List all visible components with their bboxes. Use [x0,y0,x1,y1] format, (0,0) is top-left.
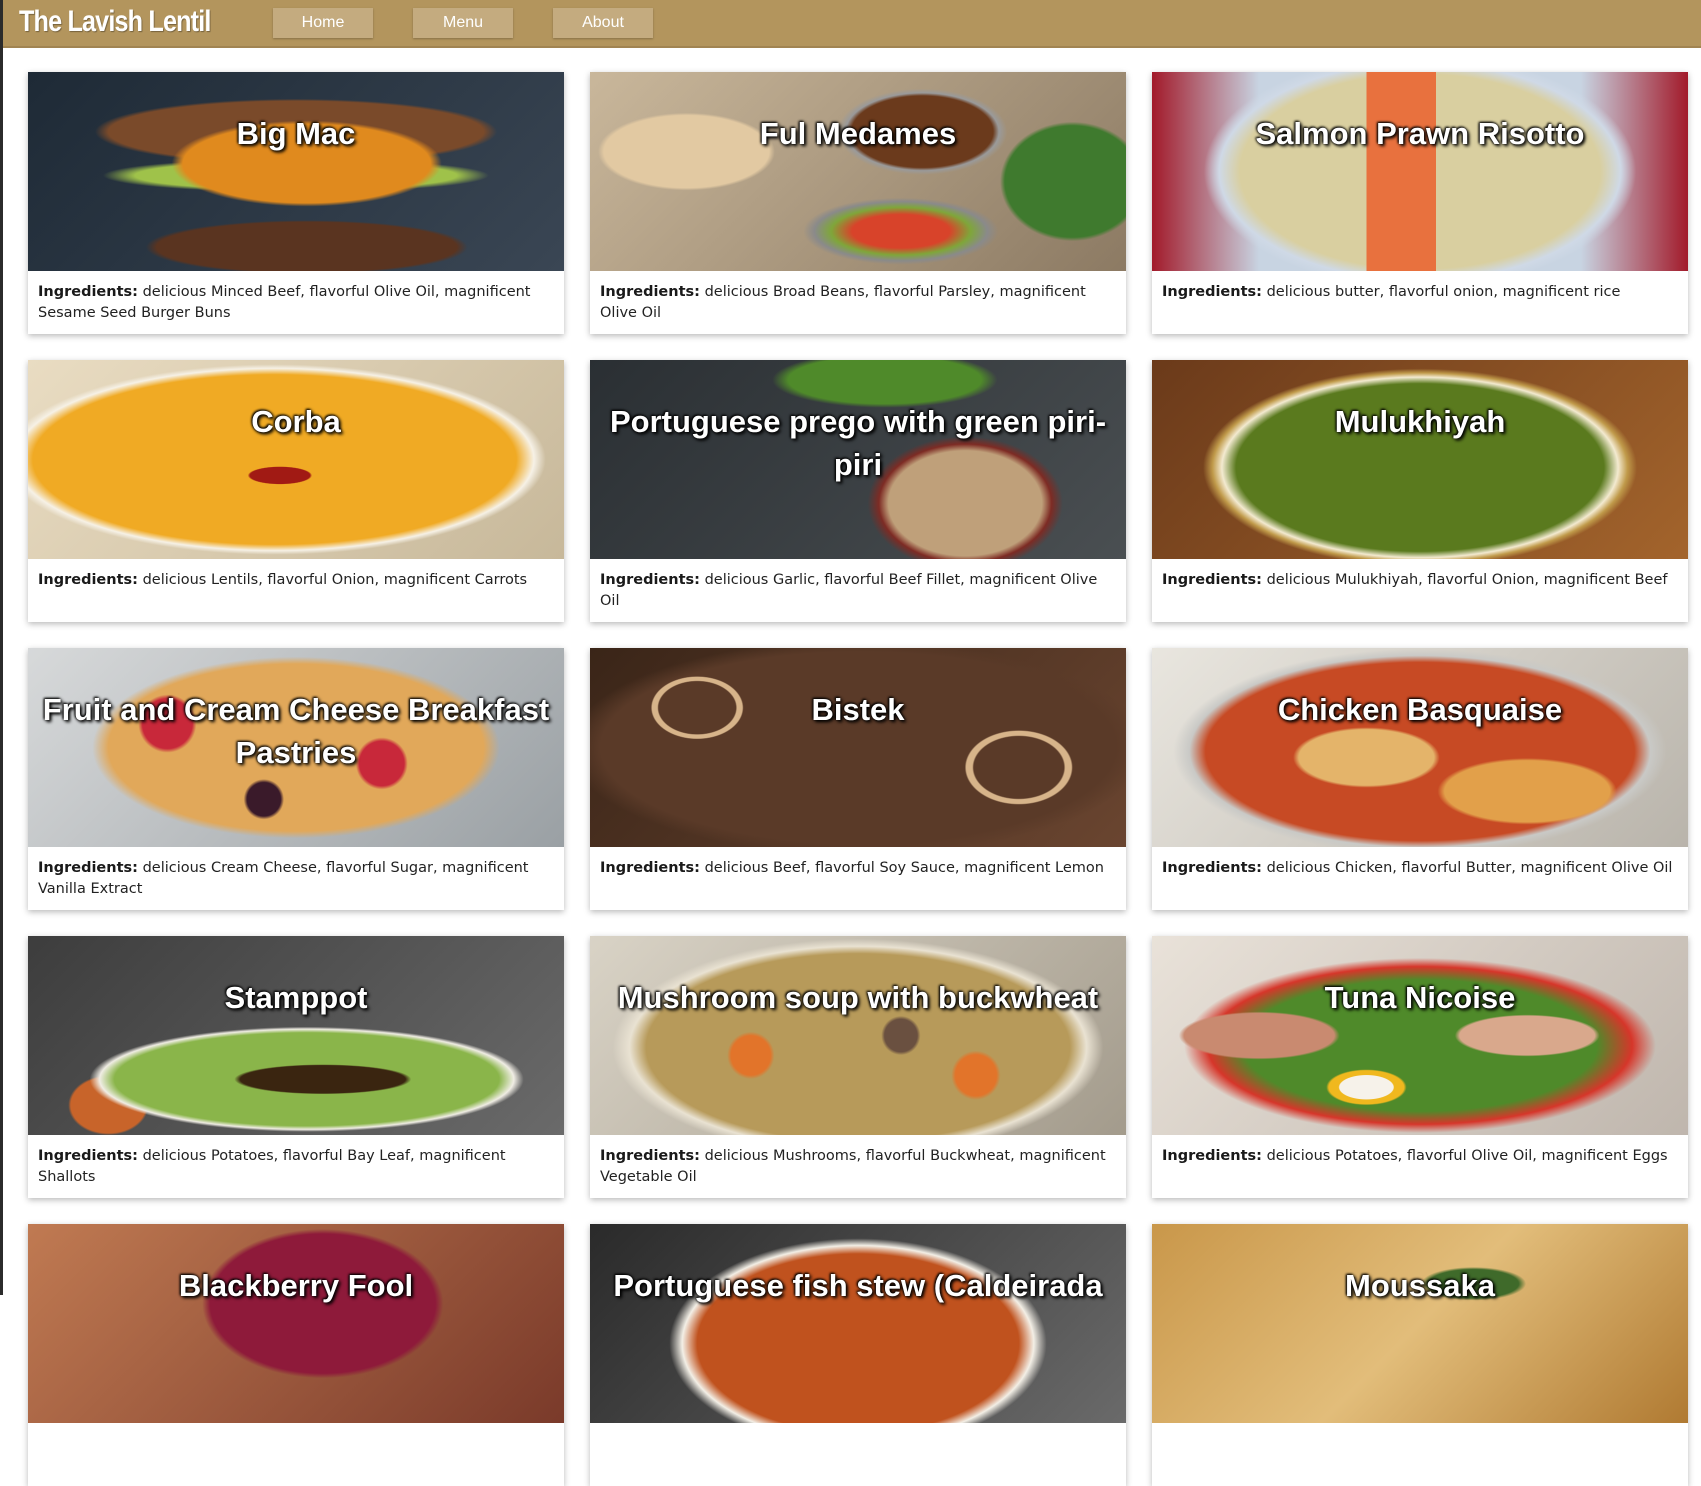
recipe-ingredients: Ingredients: delicious Mulukhiyah, flavo… [1162,570,1678,591]
recipe-title[interactable]: Salmon Prawn Risotto [1160,112,1680,155]
ingredients-label: Ingredients: [1162,284,1262,300]
site-logo[interactable]: The Lavish Lentil [19,5,211,39]
recipe-card[interactable]: Chicken Basquaise Ingredients: delicious … [1152,648,1688,910]
recipe-ingredients: Ingredients: delicious Lentils, flavorfu… [38,570,554,591]
recipe-card[interactable]: Moussaka [1152,1224,1688,1486]
mushroom-soup-photo: Mushroom soup with buckwheat [590,936,1126,1135]
recipe-ingredients: Ingredients: delicious Beef, flavorful S… [600,858,1116,879]
ingredients-label: Ingredients: [38,572,138,588]
recipe-title[interactable]: Tuna Nicoise [1160,976,1680,1019]
recipe-card[interactable]: Mulukhiyah Ingredients: delicious Mulukhi… [1152,360,1688,622]
recipe-card[interactable]: Bistek Ingredients: delicious Beef, flavo… [590,648,1126,910]
recipe-title[interactable]: Portuguese fish stew (Caldeirada [598,1264,1118,1307]
ingredients-text: delicious Lentils, flavorful Onion, magn… [142,572,528,588]
recipe-ingredients: Ingredients: delicious Potatoes, flavorf… [38,1146,554,1188]
recipe-ingredients: Ingredients: delicious Cream Cheese, fla… [38,858,554,900]
steak-sandwich-photo: Portuguese prego with green piri-piri [590,360,1126,559]
window-edge [0,0,3,1295]
recipe-ingredients: Ingredients: delicious Potatoes, flavorf… [1162,1146,1678,1167]
recipe-card[interactable]: Portuguese prego with green piri-piri Ing… [590,360,1126,622]
recipe-title[interactable]: Big Mac [36,112,556,155]
recipe-ingredients: Ingredients: delicious Garlic, flavorful… [600,570,1116,612]
recipe-title[interactable]: Stamppot [36,976,556,1019]
ingredients-label: Ingredients: [38,1148,138,1164]
recipe-title[interactable]: Moussaka [1160,1264,1680,1307]
risotto-photo: Salmon Prawn Risotto [1152,72,1688,271]
recipe-card[interactable]: Ful Medames Ingredients: delicious Broad … [590,72,1126,334]
recipe-card[interactable]: Stamppot Ingredients: delicious Potatoes,… [28,936,564,1198]
recipe-ingredients: Ingredients: delicious Minced Beef, flav… [38,282,554,324]
beef-onion-photo: Bistek [590,648,1126,847]
recipe-title[interactable]: Chicken Basquaise [1160,688,1680,731]
bean-stew-photo: Ful Medames [590,72,1126,271]
recipe-title[interactable]: Portuguese prego with green piri-piri [598,400,1118,486]
pastries-photo: Fruit and Cream Cheese Breakfast Pastrie… [28,648,564,847]
ingredients-label: Ingredients: [38,860,138,876]
recipe-card[interactable]: Fruit and Cream Cheese Breakfast Pastrie… [28,648,564,910]
salad-photo: Tuna Nicoise [1152,936,1688,1135]
recipe-card[interactable]: Blackberry Fool [28,1224,564,1486]
recipe-title[interactable]: Mushroom soup with buckwheat [598,976,1118,1019]
ingredients-label: Ingredients: [1162,572,1262,588]
recipe-title[interactable]: Corba [36,400,556,443]
ingredients-text: delicious Potatoes, flavorful Olive Oil,… [1266,1148,1668,1164]
ingredients-label: Ingredients: [1162,860,1262,876]
nav-home-button[interactable]: Home [273,8,373,38]
recipe-card[interactable]: Big Mac Ingredients: delicious Minced Bee… [28,72,564,334]
moussaka-photo: Moussaka [1152,1224,1688,1423]
mash-sausage-photo: Stamppot [28,936,564,1135]
ingredients-label: Ingredients: [1162,1148,1262,1164]
ingredients-text: delicious Chicken, flavorful Butter, mag… [1266,860,1673,876]
recipe-card[interactable]: Mushroom soup with buckwheat Ingredients:… [590,936,1126,1198]
ingredients-label: Ingredients: [38,284,138,300]
recipe-card[interactable]: Salmon Prawn Risotto Ingredients: delicio… [1152,72,1688,334]
ingredients-label: Ingredients: [600,1148,700,1164]
burger-photo: Big Mac [28,72,564,271]
recipe-title[interactable]: Bistek [598,688,1118,731]
recipe-title[interactable]: Mulukhiyah [1160,400,1680,443]
recipe-card[interactable]: Corba Ingredients: delicious Lentils, fla… [28,360,564,622]
recipe-grid: Big Mac Ingredients: delicious Minced Bee… [28,72,1688,1486]
berry-dessert-photo: Blackberry Fool [28,1224,564,1423]
recipe-title[interactable]: Ful Medames [598,112,1118,155]
fish-stew-photo: Portuguese fish stew (Caldeirada [590,1224,1126,1423]
recipe-card[interactable]: Portuguese fish stew (Caldeirada [590,1224,1126,1486]
ingredients-text: delicious butter, flavorful onion, magni… [1266,284,1621,300]
navbar: The Lavish Lentil Home Menu About [3,0,1701,48]
ingredients-text: delicious Mulukhiyah, flavorful Onion, m… [1266,572,1668,588]
ingredients-text: delicious Beef, flavorful Soy Sauce, mag… [704,860,1104,876]
ingredients-label: Ingredients: [600,284,700,300]
recipe-ingredients: Ingredients: delicious Mushrooms, flavor… [600,1146,1116,1188]
recipe-title[interactable]: Fruit and Cream Cheese Breakfast Pastrie… [36,688,556,774]
chicken-rice-photo: Chicken Basquaise [1152,648,1688,847]
recipe-ingredients: Ingredients: delicious Broad Beans, flav… [600,282,1116,324]
ingredients-label: Ingredients: [600,572,700,588]
recipe-ingredients: Ingredients: delicious butter, flavorful… [1162,282,1678,303]
nav-about-button[interactable]: About [553,8,653,38]
ingredients-label: Ingredients: [600,860,700,876]
recipe-ingredients: Ingredients: delicious Chicken, flavorfu… [1162,858,1678,879]
soup-photo: Corba [28,360,564,559]
recipe-title[interactable]: Blackberry Fool [36,1264,556,1307]
recipe-card[interactable]: Tuna Nicoise Ingredients: delicious Potat… [1152,936,1688,1198]
nav-menu-button[interactable]: Menu [413,8,513,38]
green-stew-photo: Mulukhiyah [1152,360,1688,559]
